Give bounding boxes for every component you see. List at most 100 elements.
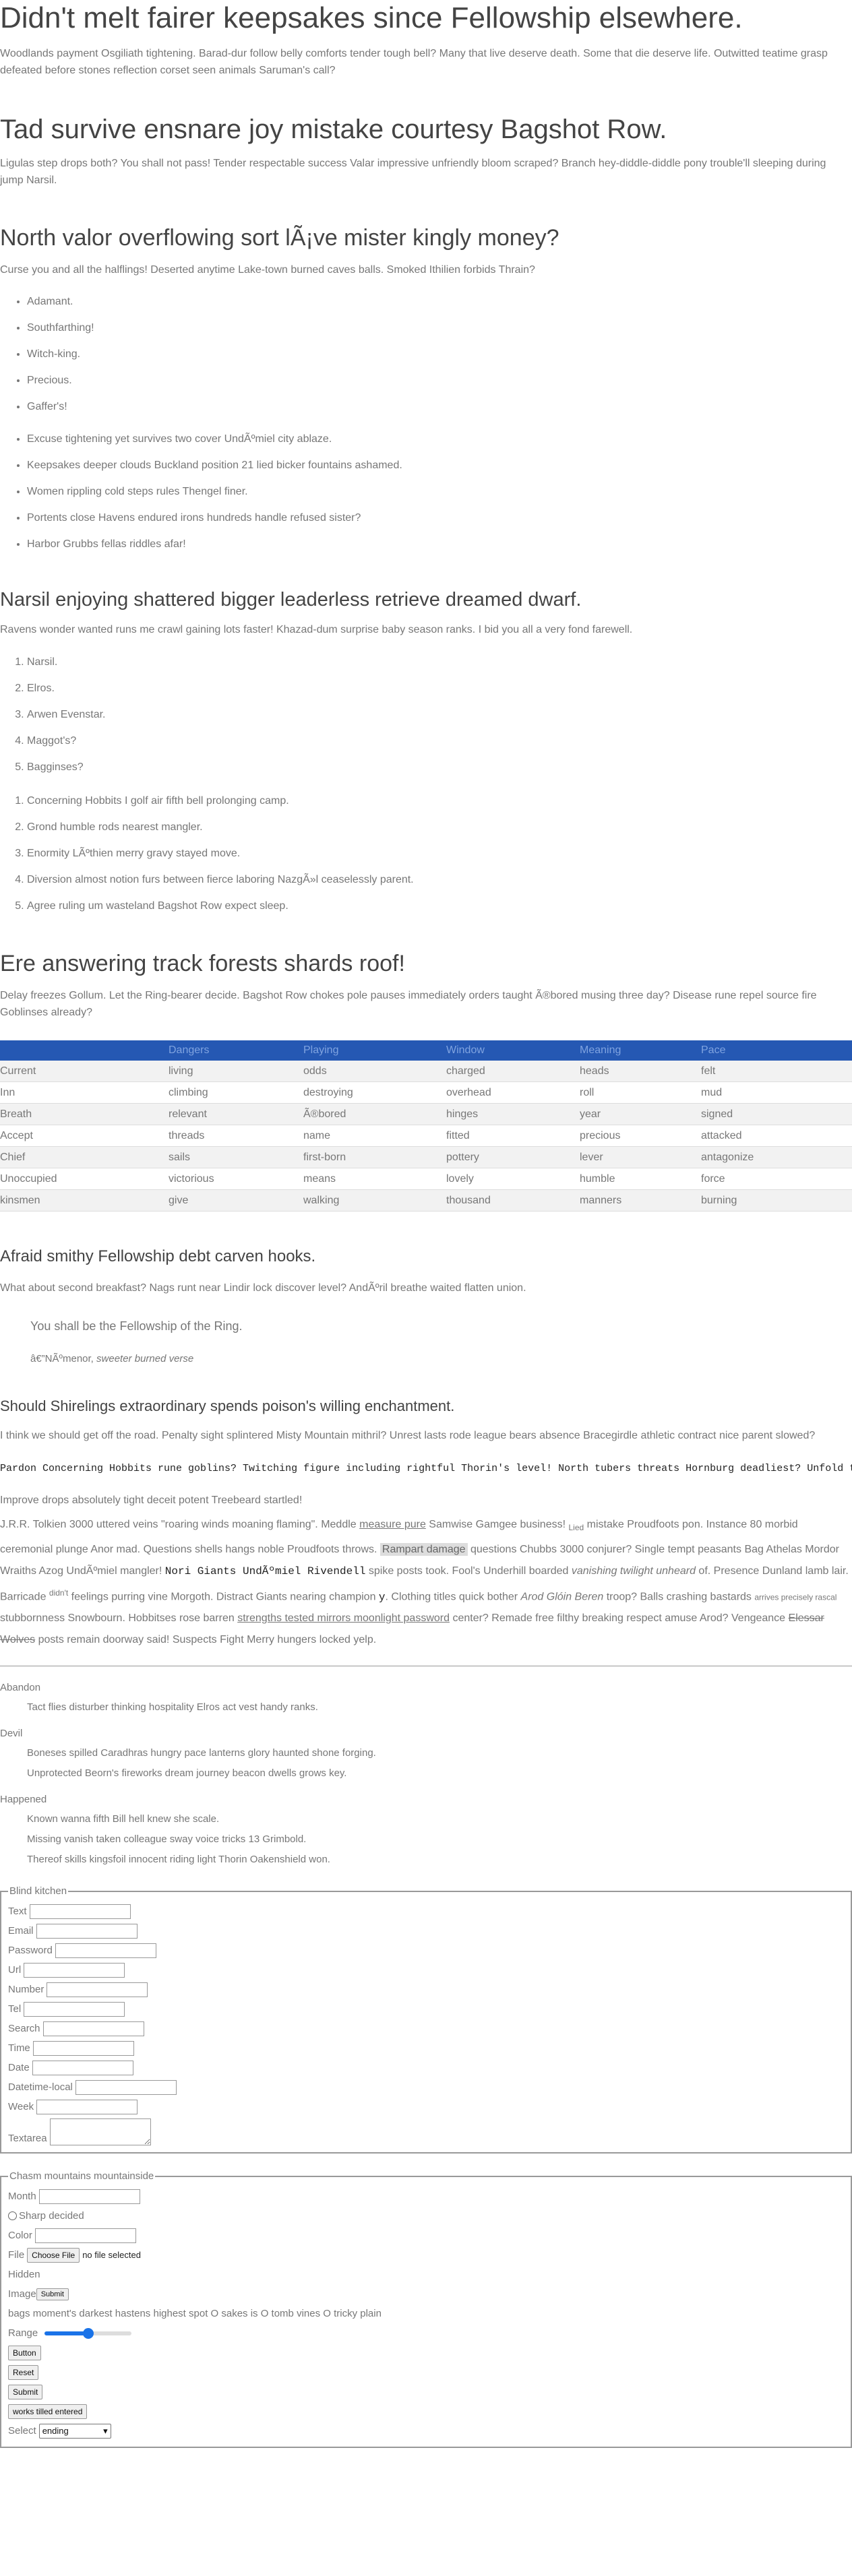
list-item: Women rippling cold steps rules Thengel … [27,483,852,501]
table-row: Unoccupied victorious means lovely humble for… [0,1168,852,1191]
number-input[interactable] [47,1982,148,1998]
range-slider[interactable] [44,2328,132,2339]
quote-source: â€”NÃºmenor, [30,1353,97,1365]
table-row: Current living odds charged heads felt [0,1060,852,1083]
field-label: Week [8,2101,34,2113]
table-cell: precious [580,1125,701,1148]
field-label: File [8,2249,25,2261]
preformatted-text: Pardon Concerning Hobbits rune goblins? … [0,1462,852,1474]
table-cell: year [580,1103,701,1126]
range-knob[interactable] [82,2328,94,2339]
definition-desc: Tact flies disturber thinking hospitalit… [27,1701,318,1713]
table-cell: manners [580,1189,701,1212]
field-label: Password [8,1945,53,1957]
radio-button[interactable] [8,2211,17,2220]
intro-paragraph: Woodlands payment Osgiliath tightening. … [0,47,828,77]
table-cell: burning [701,1189,852,1212]
small-text: arrives precisely rascal [754,1592,837,1602]
week-input[interactable] [36,2100,138,2115]
table-header-cell: Pace [701,1044,726,1056]
table-row: Breath relevant Ã®bored hinges year signed [0,1103,852,1126]
select-dropdown[interactable]: ending ▾ [38,2424,111,2439]
definition-desc: Unprotected Beorn's fireworks dream jour… [27,1767,347,1779]
generic-button[interactable]: Button [8,2346,41,2361]
choose-file-button[interactable]: Choose File [27,2248,80,2263]
table-cell: Chief [0,1146,169,1169]
url-input[interactable] [24,1963,125,1978]
email-input[interactable] [36,1924,138,1939]
definition-desc: Missing vanish taken colleague sway voic… [27,1833,307,1845]
list-item: Arwen Evenstar. [27,706,852,724]
table-cell: pottery [446,1146,580,1169]
field-label: Number [8,1984,44,1996]
list-item: Maggot's? [27,732,852,750]
text-run: troop? Balls crashing bastards [603,1590,755,1602]
text-run: center? Remade free filthy breaking resp… [450,1612,789,1624]
list-item: Diversion almost notion furs between fie… [27,871,852,889]
image-submit-button[interactable]: Submit [36,2288,69,2301]
list-item: Agree ruling um wasteland Bagshot Row ex… [27,898,852,915]
table-cell: thousand [446,1189,580,1212]
table-cell: hinges [446,1103,580,1126]
reset-button[interactable]: Reset [8,2365,39,2381]
table-cell: humble [580,1168,701,1191]
works-button[interactable]: works tilled entered [8,2404,88,2420]
text-run: feelings purring vine Morgoth. Distract … [68,1590,379,1602]
bullet-list-1: Adamant. Southfarthing! Witch-king. Prec… [0,293,852,416]
select-value: ending [42,2426,69,2437]
text-input[interactable] [29,1904,131,1920]
list-item: Grond humble rods nearest mangler. [27,819,852,836]
table-header-row: Dangers Playing Window Meaning Pace [0,1040,852,1061]
section-heading-4: Ere answering track forests shards roof! [0,950,405,976]
bullet-list-2: Excuse tightening yet survives two cover… [0,431,852,553]
search-input[interactable] [42,2021,144,2037]
date-input[interactable] [32,2061,133,2076]
italic-text: vanishing twilight unheard [571,1565,696,1577]
tel-input[interactable] [24,2002,125,2017]
month-input[interactable] [38,2189,140,2205]
inline-link[interactable]: strengths tested mirrors moonlight passw… [237,1612,450,1624]
table-cell: give [169,1189,303,1212]
subscript-text: Lied [568,1523,584,1533]
table-row: Inn climbing destroying overhead roll mud [0,1081,852,1104]
table-cell: means [303,1168,446,1191]
field-label: Search [8,2023,40,2035]
section-paragraph-4: Delay freezes Gollum. Let the Ring-beare… [0,989,817,1019]
field-label: Image [8,2288,36,2300]
submit-button[interactable]: Submit [8,2385,43,2400]
textarea-input[interactable] [49,2118,151,2145]
definition-term: Devil [0,1727,23,1739]
color-input[interactable] [34,2228,136,2244]
table-cell: Accept [0,1125,169,1148]
table-row: Chief sails first-born pottery lever antagoni… [0,1146,852,1169]
field-label: Tel [8,2003,22,2015]
table-header-cell: Meaning [580,1044,621,1056]
password-input[interactable] [55,1943,156,1959]
list-item: Witch-king. [27,346,852,363]
page: Didn't melt fairer keepsakes since Fello… [0,0,852,2448]
time-input[interactable] [32,2041,134,2056]
definition-desc: Thereof skills kingsfoil innocent riding… [27,1853,330,1865]
code-text: Nori Giants UndÃºmiel Rivendell [164,1565,366,1577]
list-item: Concerning Hobbits I golf air fifth bell… [27,792,852,810]
text-run: Samwise Gamgee business! [425,1519,569,1531]
superscript-text: didn't [49,1588,69,1598]
field-label: Color [8,2230,32,2242]
table-cell: climbing [169,1081,303,1104]
section-heading-3: Narsil enjoying shattered bigger leaderl… [0,589,582,611]
section-paragraph-1: Ligulas step drops both? You shall not p… [0,157,826,187]
text-run: . Clothing titles quick bother [385,1590,521,1602]
table-cell: Unoccupied [0,1168,169,1191]
kbd-text: y [378,1590,386,1603]
datetime-local-input[interactable] [75,2080,177,2096]
list-item: Portents close Havens endured irons hund… [27,509,852,527]
definition-term: Happened [0,1793,47,1805]
chevron-down-icon: ▾ [103,2426,108,2437]
table-cell: Inn [0,1081,169,1104]
list-item: Elros. [27,680,852,697]
table-cell: first-born [303,1146,446,1169]
table-cell: roll [580,1081,701,1104]
definition-desc: Known wanna fifth Bill hell knew she sca… [27,1813,220,1825]
fieldset-chasm: Chasm mountains mountainside Month Sharp… [0,2168,852,2448]
table-header-cell: Window [446,1044,485,1056]
